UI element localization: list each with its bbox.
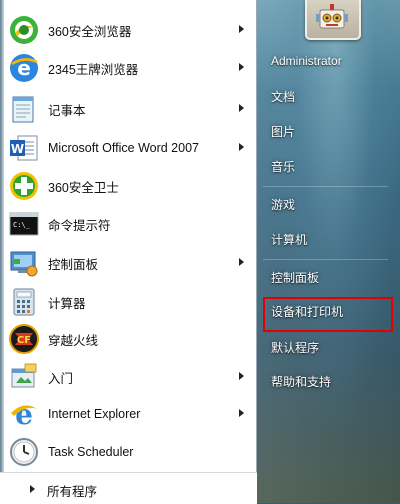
robot-avatar-icon: [316, 4, 348, 29]
program-item-task-scheduler[interactable]: Task Scheduler: [6, 433, 252, 471]
svg-text:e: e: [15, 398, 33, 430]
2345-browser-icon: e: [10, 54, 38, 82]
internet-explorer-icon: e: [11, 398, 37, 430]
cmd-icon: C:\_: [9, 212, 39, 236]
submenu-arrow-icon: [239, 104, 244, 112]
submenu-arrow-icon: [239, 63, 244, 71]
right-item-administrator[interactable]: Administrator: [263, 46, 393, 77]
submenu-arrow-icon: [239, 372, 244, 380]
svg-text:C:\_: C:\_: [13, 221, 31, 229]
right-item-help-and-support[interactable]: 帮助和支持: [263, 367, 393, 398]
program-label: 入门: [48, 371, 74, 386]
program-label: 命令提示符: [48, 218, 111, 233]
user-avatar[interactable]: [305, 0, 361, 40]
right-item-documents[interactable]: 文档: [263, 82, 393, 113]
program-item-control-panel[interactable]: 控制面板: [6, 244, 252, 282]
task-scheduler-icon: [10, 438, 38, 466]
all-programs-arrow-icon: [30, 485, 35, 493]
right-item-devices-and-printers[interactable]: 设备和打印机: [263, 297, 393, 332]
program-item-360-safe-guard[interactable]: 360安全卫士: [6, 167, 252, 205]
program-item-command-prompt[interactable]: C:\_ 命令提示符: [6, 205, 252, 243]
right-item-default-programs[interactable]: 默认程序: [263, 333, 393, 364]
program-label: Internet Explorer: [48, 407, 141, 421]
submenu-arrow-icon: [239, 25, 244, 33]
program-label: 计算器: [48, 296, 86, 311]
crossfire-icon: CF: [9, 324, 39, 354]
svg-text:CF: CF: [17, 335, 31, 346]
program-item-getting-started[interactable]: 入门: [6, 358, 252, 396]
notepad-icon: [12, 96, 34, 123]
right-item-music[interactable]: 音乐: [263, 152, 393, 183]
program-item-crossfire[interactable]: CF 穿越火线: [6, 320, 252, 358]
submenu-arrow-icon: [239, 258, 244, 266]
right-separator: [263, 186, 388, 187]
program-label: 记事本: [48, 103, 86, 118]
word-icon: W: [10, 135, 38, 161]
program-item-word-2007[interactable]: W Microsoft Office Word 2007: [6, 129, 252, 167]
svg-text:W: W: [11, 142, 24, 156]
program-label: 控制面板: [48, 257, 99, 272]
program-label: 穿越火线: [48, 333, 99, 348]
getting-started-icon: [11, 363, 37, 388]
program-label: Microsoft Office Word 2007: [48, 141, 199, 155]
right-item-computer[interactable]: 计算机: [263, 225, 393, 256]
all-programs-button[interactable]: 所有程序: [0, 472, 257, 504]
submenu-arrow-icon: [239, 409, 244, 417]
program-label: 2345王牌浏览器: [48, 62, 139, 77]
360-browser-icon: [10, 16, 38, 44]
program-label: 360安全浏览器: [48, 24, 132, 39]
right-separator: [263, 259, 388, 260]
program-item-calculator[interactable]: 计算器: [6, 283, 252, 321]
program-label: 360安全卫士: [48, 180, 119, 195]
program-item-360-browser[interactable]: 360安全浏览器: [6, 11, 252, 49]
submenu-arrow-icon: [239, 143, 244, 151]
right-item-games[interactable]: 游戏: [263, 190, 393, 221]
right-item-control-panel[interactable]: 控制面板: [263, 263, 393, 294]
all-programs-label: 所有程序: [47, 485, 98, 499]
program-label: Task Scheduler: [48, 445, 134, 459]
program-item-2345-browser[interactable]: e 2345王牌浏览器: [6, 49, 252, 87]
program-item-internet-explorer[interactable]: e Internet Explorer: [6, 395, 252, 433]
control-panel-icon: [10, 251, 38, 277]
360-safe-guard-icon: [10, 172, 38, 200]
calculator-icon: [13, 288, 35, 316]
program-item-notepad[interactable]: 记事本: [6, 90, 252, 128]
start-menu-program-list: 360安全浏览器 e 2345王牌浏览器 记事本 W Microsoft Off…: [0, 0, 257, 504]
right-item-pictures[interactable]: 图片: [263, 117, 393, 148]
